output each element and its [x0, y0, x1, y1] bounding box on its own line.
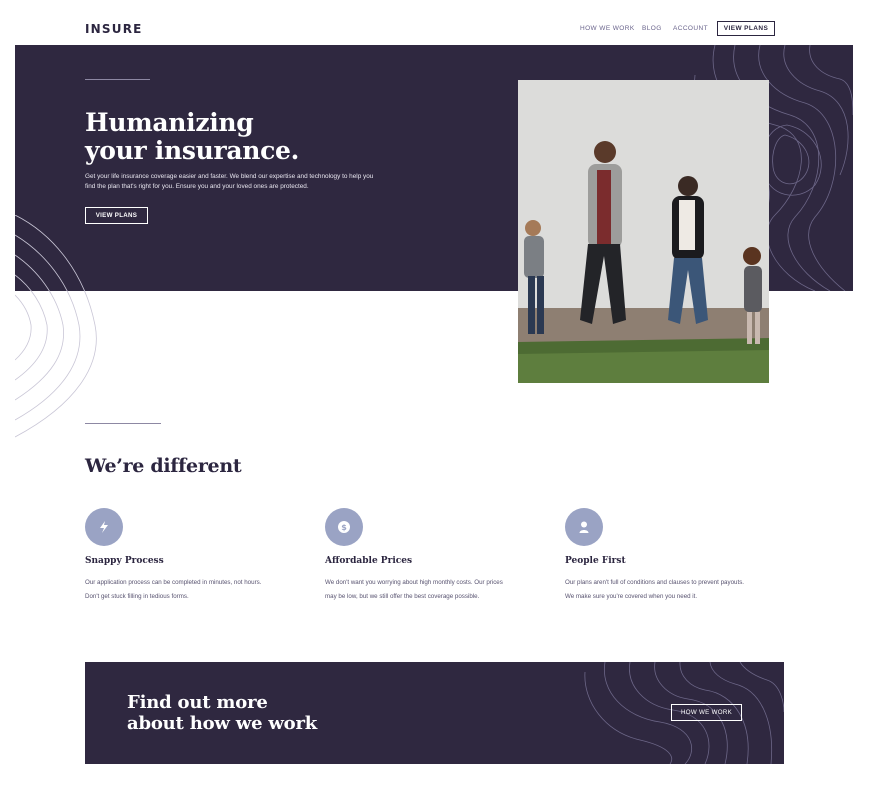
person-icon: [565, 508, 603, 546]
nav-account[interactable]: ACCOUNT: [673, 25, 708, 32]
nav-blog[interactable]: BLOG: [642, 25, 662, 32]
feature-text: Our plans aren't full of conditions and …: [565, 576, 777, 604]
hero-divider: [85, 79, 150, 80]
logo[interactable]: INSURE: [85, 22, 143, 36]
feature-text-line: We don't want you worrying about high mo…: [325, 579, 503, 586]
feature-text-line: Our application process can be completed…: [85, 579, 262, 586]
feature-text-line: may be low, but we still offer the best …: [325, 593, 480, 600]
family-photo: [518, 80, 769, 383]
feature-text: Our application process can be completed…: [85, 576, 297, 604]
cta-title-line-2: about how we work: [127, 713, 318, 734]
hero-text-line-1: Get your life insurance coverage easier …: [85, 173, 374, 180]
contour-pattern-left: [15, 215, 97, 438]
hero-description: Get your life insurance coverage easier …: [85, 172, 415, 192]
hero-title-line-1: Humanizing: [85, 108, 254, 137]
nav-how-we-work[interactable]: HOW WE WORK: [580, 25, 635, 32]
different-title: We’re different: [85, 455, 242, 477]
feature-title: Affordable Prices: [325, 556, 413, 566]
lightning-icon: [85, 508, 123, 546]
feature-text: We don't want you worrying about high mo…: [325, 576, 537, 604]
feature-text-line: Don't get stuck filling in tedious forms…: [85, 593, 189, 600]
feature-text-line: We make sure you're covered when you nee…: [565, 593, 698, 600]
view-plans-nav-button[interactable]: VIEW PLANS: [717, 21, 775, 36]
hero-text-line-2: find the plan that's right for you. Ensu…: [85, 183, 309, 190]
cta-title-line-1: Find out more: [127, 692, 268, 713]
dollar-icon: $: [325, 508, 363, 546]
different-divider: [85, 423, 161, 424]
hero-title: Humanizing your insurance.: [85, 109, 445, 165]
feature-text-line: Our plans aren't full of conditions and …: [565, 579, 745, 586]
cta-title: Find out more about how we work: [127, 692, 317, 734]
feature-title: People First: [565, 556, 626, 566]
svg-text:$: $: [341, 523, 347, 532]
hero-title-line-2: your insurance.: [85, 136, 300, 165]
how-we-work-button[interactable]: HOW WE WORK: [671, 704, 742, 721]
feature-title: Snappy Process: [85, 556, 164, 566]
